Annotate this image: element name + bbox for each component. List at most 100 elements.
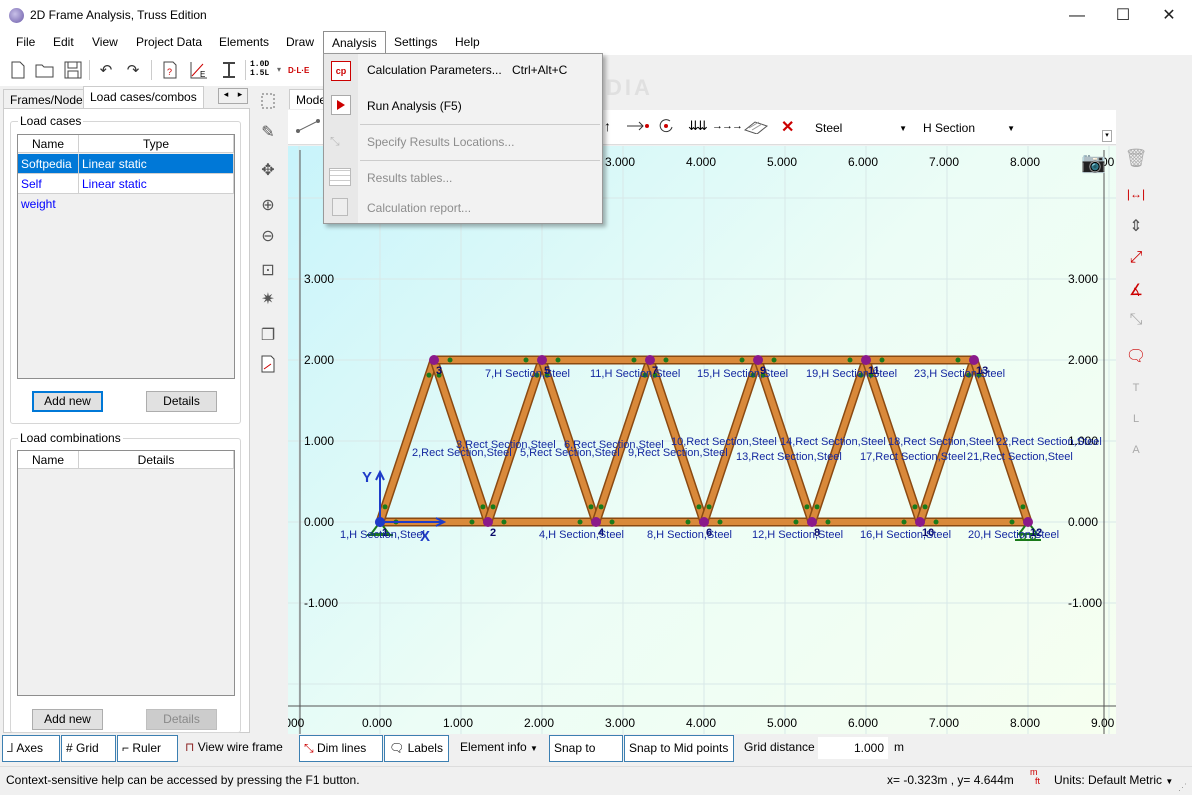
units-dropdown[interactable]: Units: Default Metric ▼ (1054, 773, 1173, 787)
load-factor-button[interactable]: 1.0D 1.5L (250, 60, 269, 78)
grid-toggle[interactable]: # Grid (61, 735, 116, 762)
node[interactable] (591, 517, 602, 527)
temperature-load-icon[interactable] (743, 118, 769, 137)
member-label: 8,H Section,Steel (647, 529, 732, 541)
ruler-toggle[interactable]: ⌐ Ruler (117, 735, 178, 762)
axial-load-icon[interactable] (626, 118, 650, 137)
labels-toggle[interactable]: 🗨 Labels (384, 735, 449, 762)
add-combination-button[interactable]: Add new (32, 709, 103, 730)
menu-edit[interactable]: Edit (45, 31, 82, 54)
member-label: 10,Rect Section,Steel (671, 436, 777, 448)
close-button[interactable]: ✕ (1146, 0, 1192, 31)
dimension-horizontal-icon[interactable]: |↔| (1124, 182, 1148, 206)
minimize-button[interactable]: — (1054, 0, 1100, 31)
load-case-type[interactable]: Linear static (79, 174, 234, 194)
zoom-in-icon[interactable]: ⊕ (256, 193, 280, 217)
open-folder-icon[interactable] (33, 58, 57, 82)
wireframe-toggle[interactable]: ⊓ View wire frame (181, 735, 297, 762)
snap-mid-toggle[interactable]: Snap to Mid points (624, 735, 734, 762)
add-note-icon[interactable]: 🗨 (1124, 344, 1148, 368)
distributed-load-icon[interactable]: ⇊⇊ (688, 118, 708, 134)
zoom-out-icon[interactable]: ⊖ (256, 224, 280, 248)
maximize-button[interactable]: ☐ (1100, 0, 1146, 31)
menu-run-analysis[interactable]: Run Analysis (F5) (367, 98, 462, 114)
model-canvas[interactable]: .000 0.000 1.000 1.000 2.000 2.000 3.000 3.000 4… (288, 146, 1116, 734)
undo-icon[interactable]: ↶ (94, 58, 118, 82)
snap-grid-toggle[interactable]: Snap to grid (549, 735, 623, 780)
menu-calculation-parameters[interactable]: Calculation Parameters... (367, 62, 502, 78)
node[interactable] (1023, 517, 1033, 527)
section-select[interactable]: H Section ▼ (918, 118, 1020, 139)
load-combinations-grid[interactable]: Name Details (17, 450, 235, 696)
new-file-icon[interactable] (6, 58, 30, 82)
dimension-vertical-icon[interactable]: ⇕ (1124, 214, 1148, 238)
axial-distributed-icon[interactable]: →→→ (712, 120, 743, 132)
save-icon[interactable] (61, 58, 85, 82)
scroll-left-icon[interactable]: ◂ (219, 89, 233, 103)
select-rectangle-icon[interactable] (256, 89, 280, 113)
truss-drawing[interactable]: .000 0.000 1.000 1.000 2.000 2.000 3.000 3.000 4… (288, 146, 1116, 734)
toolbar-separator (245, 60, 246, 80)
zoom-window-icon[interactable]: ⊡ (256, 258, 280, 282)
dropdown-arrow-icon[interactable]: ▾ (277, 65, 281, 74)
node[interactable] (482, 517, 493, 527)
menu-project-data[interactable]: Project Data (128, 31, 210, 54)
calc-params-icon: cp (331, 61, 351, 81)
redo-icon[interactable]: ↷ (121, 58, 145, 82)
menu-file[interactable]: File (8, 31, 43, 54)
material-select[interactable]: Steel ▼ (810, 118, 912, 139)
column-header[interactable]: Details (79, 451, 234, 469)
menu-help[interactable]: Help (447, 31, 488, 54)
node[interactable] (429, 355, 440, 365)
grid-distance-input[interactable]: 1.000 (818, 737, 888, 759)
origin-node[interactable] (375, 517, 385, 527)
elasticity-icon[interactable]: E (187, 58, 211, 82)
add-load-case-button[interactable]: Add new (32, 391, 103, 412)
resize-grip-icon[interactable]: ⋰ (1178, 782, 1187, 793)
element-info-dropdown[interactable]: Element info ▼ (456, 735, 546, 762)
node[interactable] (644, 355, 655, 365)
help-document-icon[interactable]: ? (158, 58, 182, 82)
node[interactable] (861, 355, 871, 365)
menu-settings[interactable]: Settings (386, 31, 445, 54)
load-case-type[interactable]: Linear static (79, 154, 234, 174)
pan-icon[interactable]: ✥ (256, 158, 280, 182)
node[interactable] (699, 517, 709, 527)
load-case-name[interactable]: Softpedia (18, 154, 79, 174)
column-header[interactable]: Type (79, 135, 234, 153)
column-header[interactable]: Name (18, 135, 79, 153)
edit-icon[interactable]: ✎ (256, 120, 280, 144)
point-load-icon[interactable]: ↑ (604, 118, 611, 134)
node[interactable] (537, 355, 547, 365)
camera-icon[interactable]: 📷 (1081, 150, 1106, 175)
dimension-aligned-icon[interactable]: ⤢ (1124, 246, 1148, 270)
node[interactable] (968, 355, 979, 365)
load-cases-grid[interactable]: Name Type Softpedia Linear static Self w… (17, 134, 235, 379)
node[interactable] (753, 355, 764, 365)
export-drawing-icon[interactable] (256, 352, 280, 376)
menu-elements[interactable]: Elements (211, 31, 277, 54)
node[interactable] (806, 517, 817, 527)
menu-view[interactable]: View (84, 31, 126, 54)
menu-draw[interactable]: Draw (278, 31, 322, 54)
delete-loads-icon[interactable]: ✕ (781, 117, 794, 137)
scroll-right-icon[interactable]: ▸ (233, 89, 247, 103)
load-case-details-button[interactable]: Details (146, 391, 217, 412)
toolbar-overflow-icon[interactable]: ▾ (1102, 130, 1112, 142)
tab-scroll[interactable]: ◂ ▸ (218, 88, 248, 104)
column-header[interactable]: Name (18, 451, 79, 469)
node[interactable] (915, 517, 926, 527)
section-icon[interactable] (217, 58, 241, 82)
menu-analysis[interactable]: Analysis (323, 31, 386, 54)
tab-load-cases[interactable]: Load cases/combos (83, 86, 204, 109)
draw-member-icon[interactable] (296, 118, 320, 137)
tab-frames-nodes[interactable]: Frames/Nodes (3, 89, 96, 109)
load-case-name[interactable]: Self weight (18, 174, 79, 211)
copy-icon[interactable]: ❐ (256, 323, 280, 347)
moment-icon[interactable] (656, 117, 676, 138)
dle-button[interactable]: D·L·E (288, 66, 309, 75)
axes-toggle[interactable]: ⅃ Axes (2, 735, 60, 762)
zoom-extents-icon[interactable]: ✷ (256, 287, 280, 311)
dimlines-toggle[interactable]: ⤡ Dim lines (299, 735, 383, 762)
dimension-angle-icon[interactable]: ∡ (1124, 278, 1148, 302)
